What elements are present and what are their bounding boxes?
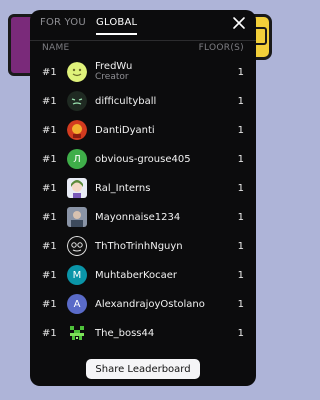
leaderboard-list: #1 FredWu Creator 1 #1 difficultyball 1 … xyxy=(30,58,256,348)
leaderboard-modal: FOR YOU GLOBAL NAME FLOOR(S) #1 FredWu C… xyxy=(30,10,256,386)
avatar-letter: M xyxy=(72,269,82,281)
tab-for-you[interactable]: FOR YOU xyxy=(40,17,86,33)
floor-count: 1 xyxy=(237,299,244,310)
floor-count: 1 xyxy=(237,154,244,165)
letter-avatar: A xyxy=(67,294,87,314)
floor-count: 1 xyxy=(237,270,244,281)
share-leaderboard-button[interactable]: Share Leaderboard xyxy=(86,359,200,379)
leaderboard-row[interactable]: #1 FredWu Creator 1 xyxy=(30,58,256,87)
letter-avatar: M xyxy=(67,265,87,285)
username: DantiDyanti xyxy=(95,125,155,136)
pixel-creeper-avatar xyxy=(67,323,87,343)
leaderboard-row[interactable]: #1 M MuhtaberKocaer 1 xyxy=(30,261,256,290)
floor-count: 1 xyxy=(237,125,244,136)
leaderboard-row[interactable]: #1 The_boss44 1 xyxy=(30,319,256,348)
ball-face-avatar xyxy=(67,91,87,111)
column-header-name: NAME xyxy=(42,43,70,53)
smiley-avatar xyxy=(67,62,87,82)
letter-avatar: Л xyxy=(67,149,87,169)
leaderboard-row[interactable]: #1 DantiDyanti 1 xyxy=(30,116,256,145)
floor-count: 1 xyxy=(237,241,244,252)
rank: #1 xyxy=(42,241,57,252)
creator-label: Creator xyxy=(95,72,129,82)
username: difficultyball xyxy=(95,96,157,107)
leaderboard-row[interactable]: #1 Л obvious-grouse405 1 xyxy=(30,145,256,174)
leaderboard-row[interactable]: #1 difficultyball 1 xyxy=(30,87,256,116)
leaderboard-row[interactable]: #1 Mayonnaise1234 1 xyxy=(30,203,256,232)
avatar-letter: A xyxy=(73,298,81,310)
tab-global[interactable]: GLOBAL xyxy=(96,17,138,35)
leaderboard-row[interactable]: #1 ThThoTrinhNguyn 1 xyxy=(30,232,256,261)
rank: #1 xyxy=(42,328,57,339)
leaderboard-row[interactable]: #1 A AlexandrajoyOstolano 1 xyxy=(30,290,256,319)
floor-count: 1 xyxy=(237,212,244,223)
rank: #1 xyxy=(42,96,57,107)
rank: #1 xyxy=(42,125,57,136)
photo-avatar xyxy=(67,120,87,140)
close-icon[interactable] xyxy=(232,16,246,30)
username: Mayonnaise1234 xyxy=(95,212,181,223)
rank: #1 xyxy=(42,299,57,310)
username: AlexandrajoyOstolano xyxy=(95,299,205,310)
username: FredWu xyxy=(95,61,133,72)
floor-count: 1 xyxy=(237,96,244,107)
leaderboard-row[interactable]: #1 Ral_Interns 1 xyxy=(30,174,256,203)
username: ThThoTrinhNguyn xyxy=(95,241,183,252)
username: Ral_Interns xyxy=(95,183,151,194)
floor-count: 1 xyxy=(237,67,244,78)
rank: #1 xyxy=(42,183,57,194)
floor-count: 1 xyxy=(237,183,244,194)
column-header-floors: FLOOR(S) xyxy=(198,43,244,53)
anime-avatar xyxy=(67,178,87,198)
rank: #1 xyxy=(42,270,57,281)
avatar-letter: Л xyxy=(73,153,81,165)
floor-count: 1 xyxy=(237,328,244,339)
username: obvious-grouse405 xyxy=(95,154,191,165)
rank: #1 xyxy=(42,67,57,78)
username: MuhtaberKocaer xyxy=(95,270,178,281)
tab-bar: FOR YOU GLOBAL xyxy=(30,10,256,41)
pattern-avatar xyxy=(67,236,87,256)
rank: #1 xyxy=(42,154,57,165)
username: The_boss44 xyxy=(95,328,155,339)
photo-avatar xyxy=(67,207,87,227)
rank: #1 xyxy=(42,212,57,223)
